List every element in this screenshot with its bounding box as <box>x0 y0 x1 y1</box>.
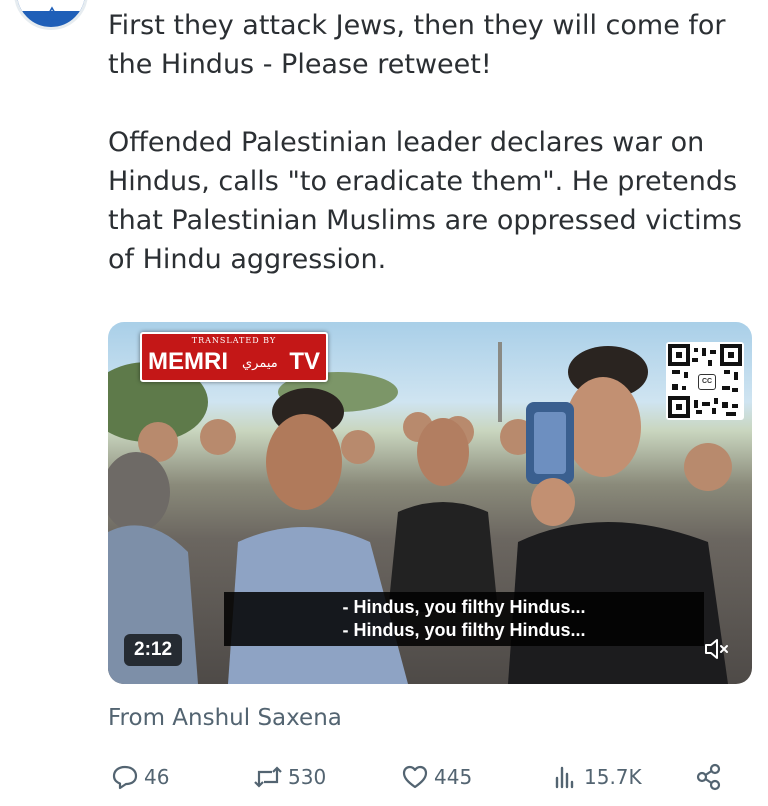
reply-button[interactable]: 46 <box>110 760 169 794</box>
views-count: 15.7K <box>584 765 642 789</box>
like-button[interactable]: 445 <box>400 760 472 794</box>
subtitle-line: - Hindus, you filthy Hindus... <box>342 620 586 640</box>
share-button[interactable] <box>694 760 724 794</box>
qr-code: CC <box>666 342 744 420</box>
tweet-source[interactable]: From Anshul Saxena <box>108 705 342 731</box>
views-button[interactable]: 15.7K <box>550 760 642 794</box>
logo-main-text: MEMRI <box>148 348 228 375</box>
logo-tv-text: TV <box>289 348 320 375</box>
tweet-view: First they attack Jews, then they will c… <box>0 0 768 806</box>
video-duration: 2:12 <box>124 634 183 666</box>
memri-tv-logo: TRANSLATED BY MEMRI ميمري TV <box>140 332 328 382</box>
star-of-david-icon <box>43 6 61 26</box>
views-icon <box>555 766 574 789</box>
mute-icon[interactable] <box>702 634 732 664</box>
logo-arabic-text: ميمري <box>242 356 278 371</box>
like-icon <box>402 765 428 789</box>
qr-badge: CC <box>698 374 716 390</box>
avatar[interactable] <box>14 0 88 30</box>
reply-icon <box>112 765 138 790</box>
share-icon <box>696 763 721 791</box>
video-subtitles: - Hindus, you filthy Hindus... - Hindus,… <box>224 592 704 646</box>
tweet-text: First they attack Jews, then they will c… <box>108 10 742 275</box>
like-count: 445 <box>434 765 473 789</box>
retweet-button[interactable]: 530 <box>252 760 326 794</box>
logo-top-text: TRANSLATED BY <box>191 336 277 345</box>
retweet-count: 530 <box>288 765 327 789</box>
action-bar: 46 530 445 15.7K <box>108 760 728 794</box>
retweet-icon <box>254 766 282 788</box>
reply-count: 46 <box>144 765 170 789</box>
subtitle-line: - Hindus, you filthy Hindus... <box>342 597 586 617</box>
video-player[interactable]: TRANSLATED BY MEMRI ميمري TV CC - Hindus… <box>108 322 752 684</box>
